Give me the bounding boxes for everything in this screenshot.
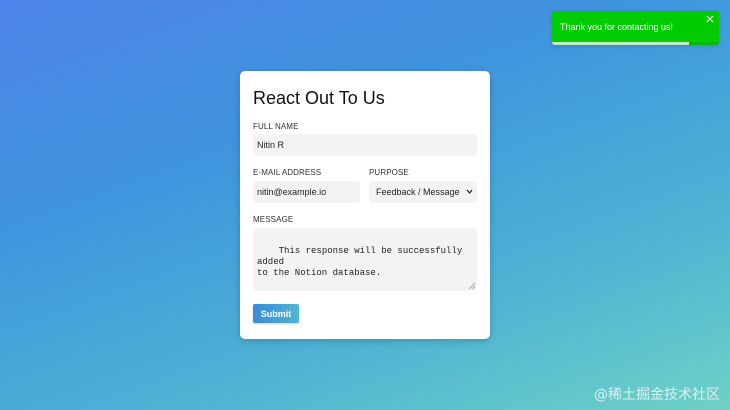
purpose-selected-value: Feedback / Message: [376, 187, 460, 197]
toast-message: Thank you for contacting us!: [560, 22, 674, 32]
purpose-select[interactable]: Feedback / Message: [369, 181, 477, 203]
email-input[interactable]: nitin@example.io: [253, 181, 360, 203]
toast-notification: Thank you for contacting us!: [552, 11, 719, 45]
message-label: MESSAGE: [253, 215, 294, 224]
toast-progress-bar: [552, 42, 719, 45]
contact-form-card: React Out To Us FULL NAME Nitin R E-MAIL…: [240, 71, 490, 339]
full-name-input[interactable]: Nitin R: [253, 134, 477, 156]
submit-button[interactable]: Submit: [253, 304, 299, 323]
resize-grip-icon[interactable]: [469, 283, 475, 289]
watermark: @稀土掘金技术社区: [594, 387, 720, 403]
message-textarea[interactable]: This response will be successfully added…: [253, 228, 477, 291]
toast-progress-fill: [552, 42, 689, 45]
email-label: E-MAIL ADDRESS: [253, 168, 322, 177]
form-title: React Out To Us: [253, 88, 385, 108]
message-text: This response will be successfully added…: [257, 246, 463, 278]
full-name-label: FULL NAME: [253, 122, 299, 131]
close-icon[interactable]: [705, 14, 715, 24]
chevron-down-icon: [466, 189, 473, 194]
purpose-label: PURPOSE: [369, 168, 409, 177]
